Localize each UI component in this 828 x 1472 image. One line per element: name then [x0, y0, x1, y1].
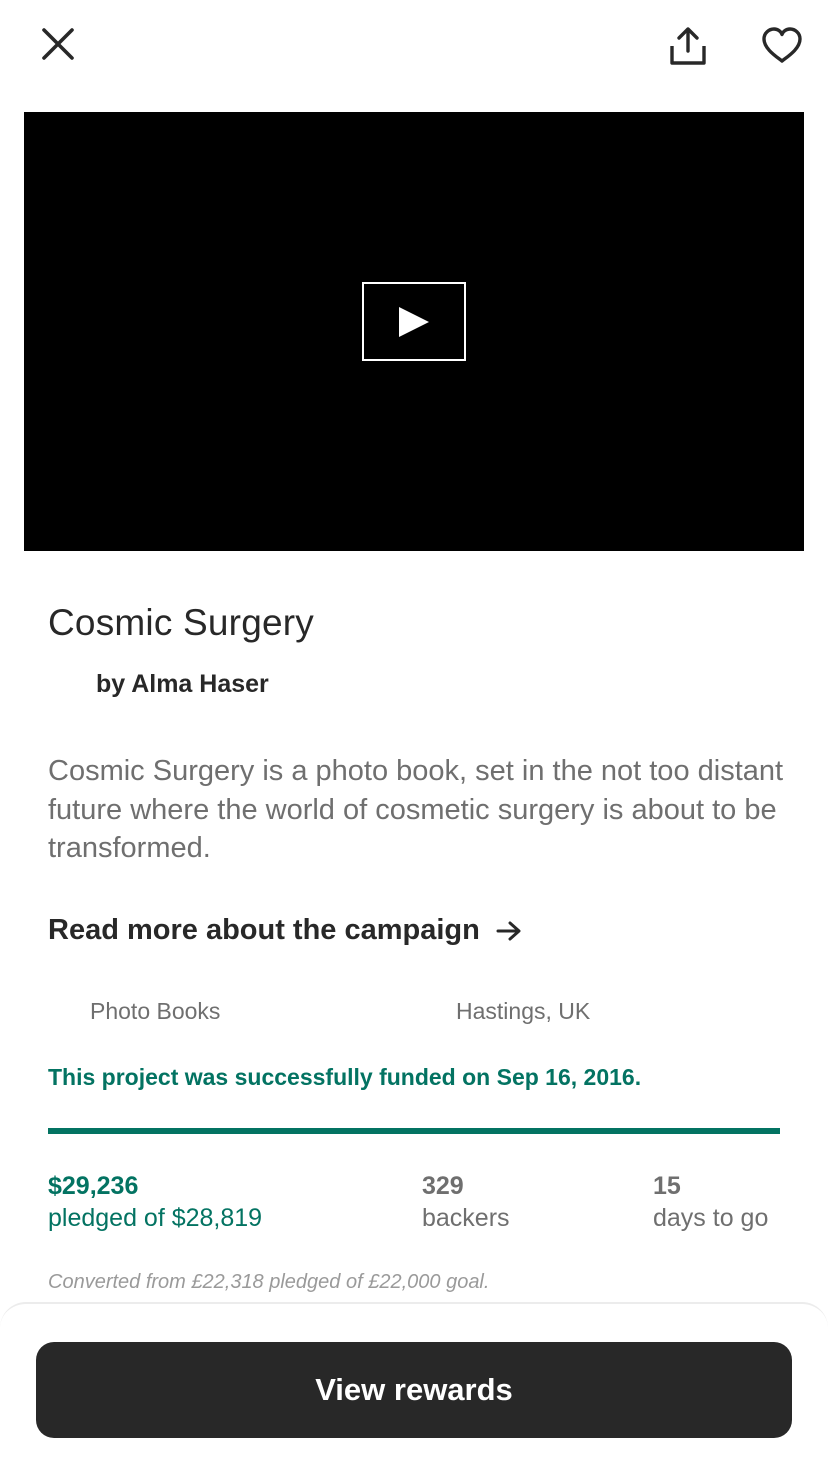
play-icon	[399, 306, 429, 337]
days-stat: 15 days to go	[653, 1170, 768, 1234]
project-blurb: Cosmic Surgery is a photo book, set in t…	[48, 755, 784, 864]
project-title: Cosmic Surgery	[48, 602, 314, 643]
backers-label: backers	[422, 1204, 510, 1232]
days-label: days to go	[653, 1204, 769, 1232]
pledged-amount: $29,236	[48, 1172, 139, 1200]
play-button[interactable]	[362, 282, 466, 361]
favorite-button[interactable]	[756, 20, 808, 70]
creator-name[interactable]: by Alma Haser	[96, 670, 269, 699]
days-count: 15	[653, 1172, 681, 1200]
pledged-label: pledged of $28,819	[48, 1204, 263, 1232]
close-icon	[42, 28, 74, 60]
backers-count: 329	[422, 1172, 464, 1200]
category-tag[interactable]: Photo Books	[90, 998, 220, 1025]
view-rewards-button[interactable]: View rewards	[36, 1342, 792, 1438]
currency-conversion-note: Converted from £22,318 pledged of £22,00…	[48, 1271, 490, 1293]
funding-progress-bar	[48, 1128, 780, 1134]
share-button[interactable]	[662, 22, 714, 70]
read-more-link[interactable]: Read more about the campaign	[48, 914, 522, 947]
pledged-stat: $29,236 pledged of $28,819	[48, 1170, 262, 1234]
project-page: Cosmic Surgery by Alma Haser Cosmic Surg…	[0, 0, 828, 1472]
read-more-label: Read more about the campaign	[48, 914, 480, 946]
project-video[interactable]	[24, 112, 804, 551]
share-icon	[670, 27, 706, 65]
close-button[interactable]	[34, 20, 82, 68]
funding-status-message: This project was successfully funded on …	[48, 1064, 642, 1090]
location-tag[interactable]: Hastings, UK	[456, 998, 590, 1025]
arrow-right-icon	[496, 920, 522, 942]
bottom-action-bar: View rewards	[0, 1302, 828, 1472]
backers-stat: 329 backers	[422, 1170, 510, 1234]
heart-icon	[762, 27, 802, 63]
top-nav-bar	[0, 0, 828, 90]
funding-progress-fill	[48, 1128, 780, 1134]
